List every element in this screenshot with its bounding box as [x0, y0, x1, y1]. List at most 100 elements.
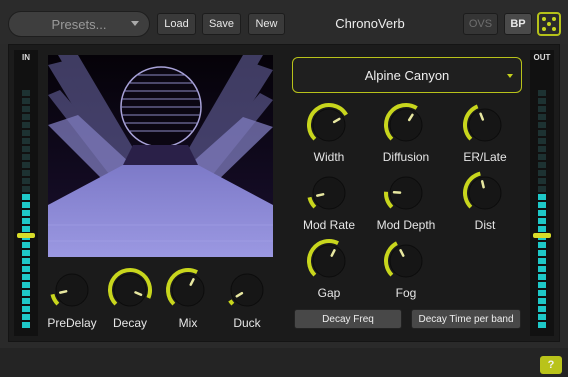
output-meter-segment: [538, 90, 546, 96]
input-meter-segment: [22, 306, 30, 312]
ovs-button[interactable]: OVS: [463, 13, 498, 35]
output-meter-segment: [538, 154, 546, 160]
reverb-visualizer: [48, 55, 273, 257]
input-meter-segment: [22, 154, 30, 160]
output-meter-segment: [538, 250, 546, 256]
output-meter-segment: [538, 202, 546, 208]
output-meter-segment: [538, 306, 546, 312]
save-button[interactable]: Save: [202, 13, 241, 35]
predelay-knob-body: [55, 273, 89, 307]
presets-dropdown[interactable]: Presets...: [8, 11, 150, 37]
chevron-down-icon: [131, 21, 139, 26]
output-meter-segment: [538, 138, 546, 144]
mod-rate-knob-body: [312, 176, 346, 210]
decay-freq-button[interactable]: Decay Freq: [294, 309, 402, 329]
mix-knob-body: [171, 273, 205, 307]
mod-depth-label: Mod Depth: [376, 218, 436, 232]
new-button[interactable]: New: [248, 13, 285, 35]
input-meter-segment: [22, 98, 30, 104]
input-meter-track: [22, 90, 30, 330]
chevron-down-icon: [507, 74, 513, 78]
dist-knob[interactable]: [461, 169, 509, 217]
bottom-bar: [0, 348, 568, 377]
input-meter-segment: [22, 162, 30, 168]
duck-knob-arc: [228, 299, 235, 306]
presets-label: Presets...: [51, 16, 107, 32]
diffusion-knob[interactable]: [382, 101, 430, 149]
preset-selector-value: Alpine Canyon: [364, 67, 450, 83]
output-meter[interactable]: OUT: [530, 50, 554, 336]
output-meter-segment: [538, 290, 546, 296]
diffusion-knob-body: [389, 108, 423, 142]
output-meter-label: OUT: [533, 53, 551, 62]
output-meter-segment: [538, 242, 546, 248]
input-meter-segment: [22, 146, 30, 152]
input-meter-segment: [22, 194, 30, 200]
input-meter-segment: [22, 242, 30, 248]
bp-button[interactable]: BP: [504, 13, 532, 35]
input-meter-segment: [22, 90, 30, 96]
input-meter-segment: [22, 290, 30, 296]
output-meter-segment: [538, 210, 546, 216]
input-meter[interactable]: IN: [14, 50, 38, 336]
width-knob-body: [312, 108, 346, 142]
output-meter-segment: [538, 114, 546, 120]
er-late-label: ER/Late: [463, 150, 507, 164]
input-meter-segment: [22, 298, 30, 304]
output-meter-segment: [538, 122, 546, 128]
input-meter-segment: [22, 186, 30, 192]
output-meter-track: [538, 90, 546, 330]
preset-selector[interactable]: Alpine Canyon: [292, 57, 522, 93]
input-meter-segment: [22, 130, 30, 136]
output-meter-segment: [538, 170, 546, 176]
gap-knob[interactable]: [305, 237, 353, 285]
output-meter-segment: [538, 98, 546, 104]
input-meter-segment: [22, 282, 30, 288]
input-meter-segment: [22, 210, 30, 216]
visualizer-graphic: [48, 55, 273, 257]
fog-knob-body: [389, 244, 423, 278]
diffusion-label: Diffusion: [382, 150, 430, 164]
fog-knob[interactable]: [382, 237, 430, 285]
decay-time-per-band-button[interactable]: Decay Time per band: [411, 309, 521, 329]
input-meter-segment: [22, 138, 30, 144]
predelay-knob-pointer: [59, 290, 68, 294]
output-meter-segment: [538, 258, 546, 264]
input-meter-segment: [22, 258, 30, 264]
input-meter-label: IN: [22, 53, 30, 62]
mod-depth-knob[interactable]: [382, 169, 430, 217]
input-gain-thumb[interactable]: [17, 233, 35, 238]
width-knob[interactable]: [305, 101, 353, 149]
duck-knob[interactable]: [223, 266, 271, 314]
decay-knob[interactable]: [106, 266, 154, 314]
output-meter-segment: [538, 130, 546, 136]
fog-label: Fog: [395, 286, 417, 300]
output-meter-segment: [538, 282, 546, 288]
output-meter-segment: [538, 314, 546, 320]
dist-label: Dist: [474, 218, 496, 232]
input-meter-segment: [22, 226, 30, 232]
gap-knob-body: [312, 244, 346, 278]
input-meter-segment: [22, 274, 30, 280]
help-button[interactable]: ?: [540, 356, 562, 374]
input-meter-segment: [22, 202, 30, 208]
load-button[interactable]: Load: [157, 13, 196, 35]
output-meter-segment: [538, 322, 546, 328]
input-meter-segment: [22, 122, 30, 128]
mix-knob[interactable]: [164, 266, 212, 314]
input-meter-segment: [22, 178, 30, 184]
output-meter-segment: [538, 162, 546, 168]
output-gain-thumb[interactable]: [533, 233, 551, 238]
input-meter-segment: [22, 170, 30, 176]
output-meter-segment: [538, 226, 546, 232]
er-late-knob-body: [468, 108, 502, 142]
duck-knob-body: [230, 273, 264, 307]
mod-rate-knob[interactable]: [305, 169, 353, 217]
output-meter-segment: [538, 218, 546, 224]
input-meter-segment: [22, 266, 30, 272]
er-late-knob[interactable]: [461, 101, 509, 149]
dist-knob-pointer: [480, 180, 485, 189]
input-meter-segment: [22, 114, 30, 120]
predelay-knob[interactable]: [48, 266, 96, 314]
dice-icon[interactable]: [537, 12, 561, 36]
